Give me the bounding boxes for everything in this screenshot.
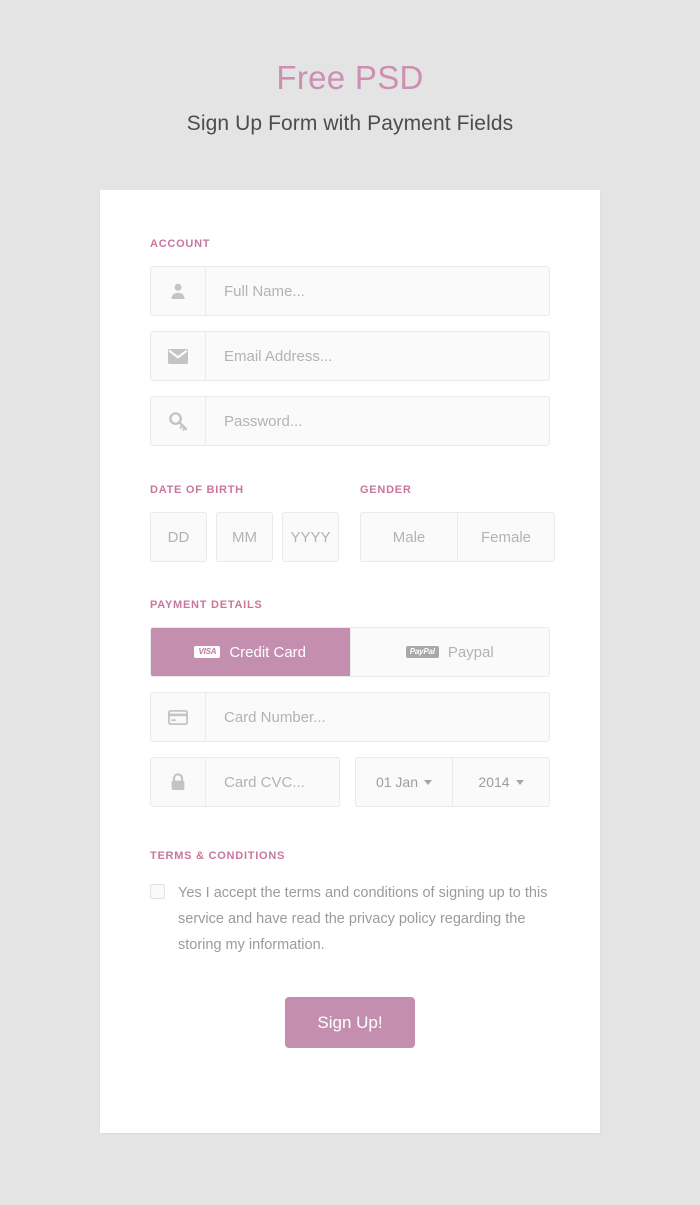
sign-up-button[interactable]: Sign Up!	[285, 997, 415, 1048]
chevron-down-icon	[424, 779, 433, 785]
terms-accept-checkbox[interactable]	[150, 884, 165, 899]
user-icon	[151, 267, 206, 315]
account-section-label: ACCOUNT	[150, 238, 211, 250]
email-address-field[interactable]: Email Address...	[150, 331, 550, 381]
card-number-placeholder: Card Number...	[224, 708, 326, 726]
card-expiry-group: 01 Jan 2014	[355, 757, 550, 807]
cvc-expiry-row: Card CVC... 01 Jan 2014	[150, 757, 550, 807]
visa-logo-icon: VISA	[194, 645, 221, 659]
payment-tab-credit-card[interactable]: VISA Credit Card	[151, 628, 350, 676]
signup-form-card: ACCOUNT Full Name... Email Address... Pa…	[100, 190, 600, 1133]
dob-month-input[interactable]: MM	[216, 512, 273, 562]
gender-section-label: GENDER	[360, 484, 412, 496]
dob-section-label: DATE OF BIRTH	[150, 484, 244, 496]
date-of-birth-block: DATE OF BIRTH DD MM YYYY	[150, 484, 360, 562]
gender-option-male[interactable]: Male	[361, 513, 457, 561]
expiry-year-select[interactable]: 2014	[452, 758, 549, 806]
password-placeholder: Password...	[224, 412, 303, 430]
full-name-field[interactable]: Full Name...	[150, 266, 550, 316]
full-name-placeholder: Full Name...	[224, 282, 305, 300]
email-address-placeholder: Email Address...	[224, 347, 333, 365]
expiry-month-value: 01 Jan	[375, 774, 419, 790]
dob-year-input[interactable]: YYYY	[282, 512, 339, 562]
terms-accept-text: Yes I accept the terms and conditions of…	[178, 885, 548, 953]
dob-inputs-group: DD MM YYYY	[150, 512, 360, 562]
payment-section-label: PAYMENT DETAILS	[150, 599, 263, 611]
dob-gender-row: DATE OF BIRTH DD MM YYYY GENDER Male Fem…	[150, 484, 555, 562]
paypal-logo-icon: PayPal	[405, 645, 439, 659]
payment-tab-paypal-label: Paypal	[447, 643, 494, 661]
page-subtitle: Sign Up Form with Payment Fields	[186, 111, 514, 135]
gender-toggle-group: Male Female	[360, 512, 555, 562]
expiry-year-value: 2014	[478, 774, 510, 790]
payment-details-section: PAYMENT DETAILS VISA Credit Card PayPal …	[150, 599, 550, 807]
page-title: Free PSD	[276, 59, 424, 96]
envelope-icon	[151, 332, 206, 380]
credit-card-icon	[151, 693, 206, 741]
lock-icon	[151, 758, 206, 806]
submit-row: Sign Up!	[150, 997, 550, 1048]
chevron-down-icon	[515, 779, 524, 785]
password-field[interactable]: Password...	[150, 396, 550, 446]
dob-day-input[interactable]: DD	[150, 512, 207, 562]
gender-block: GENDER Male Female	[360, 484, 555, 562]
payment-method-tabs: VISA Credit Card PayPal Paypal	[150, 627, 550, 677]
card-cvc-field[interactable]: Card CVC...	[150, 757, 340, 807]
card-number-field[interactable]: Card Number...	[150, 692, 550, 742]
payment-tab-paypal[interactable]: PayPal Paypal	[349, 628, 549, 676]
expiry-month-select[interactable]: 01 Jan	[356, 758, 452, 806]
payment-tab-credit-card-label: Credit Card	[229, 643, 307, 661]
account-fields-group: Full Name... Email Address... Password..…	[150, 266, 550, 446]
terms-accept-row: Yes I accept the terms and conditions of…	[150, 880, 550, 958]
gender-option-female[interactable]: Female	[457, 513, 554, 561]
card-cvc-placeholder: Card CVC...	[224, 773, 305, 791]
key-icon	[151, 397, 206, 445]
terms-conditions-section: TERMS & CONDITIONS Yes I accept the term…	[150, 850, 550, 958]
terms-section-label: TERMS & CONDITIONS	[150, 850, 286, 862]
page-header: Free PSD Sign Up Form with Payment Field…	[0, 0, 700, 136]
